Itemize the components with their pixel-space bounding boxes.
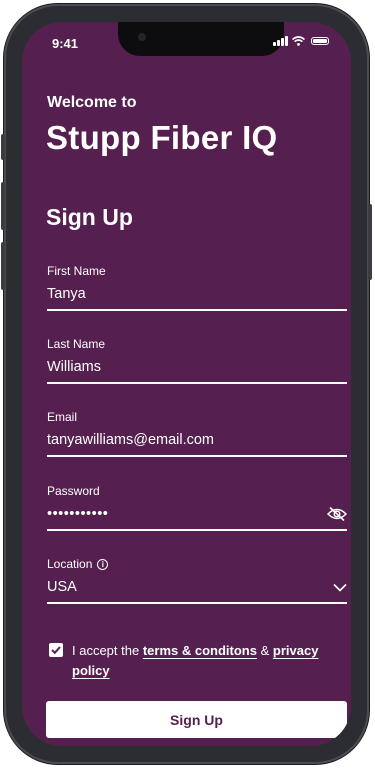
location-underline [47, 602, 347, 604]
last-name-underline [47, 382, 347, 384]
app-screen: 9:41 Welcome to Stupp Fiber IQ Sign Up F… [22, 22, 351, 746]
battery-icon [311, 37, 329, 45]
wifi-icon [292, 36, 305, 46]
first-name-field[interactable]: First Name Tanya [47, 264, 347, 311]
password-underline [47, 529, 347, 531]
email-underline [47, 455, 347, 457]
email-label: Email [47, 410, 78, 424]
last-name-input[interactable]: Williams [47, 359, 101, 375]
location-label: Location [47, 557, 93, 571]
status-time: 9:41 [52, 36, 79, 51]
last-name-label: Last Name [47, 337, 106, 351]
first-name-underline [47, 309, 347, 311]
consent-connector: & [260, 643, 270, 658]
terms-consent: I accept the terms & conditons & privacy… [49, 641, 349, 681]
volume-down-button [1, 242, 5, 290]
chevron-down-icon[interactable] [333, 583, 347, 592]
eye-slash-icon[interactable] [327, 507, 347, 521]
volume-up-button [1, 182, 5, 230]
checkmark-icon [51, 646, 61, 654]
camera-icon [138, 33, 146, 41]
info-icon[interactable]: i [97, 558, 109, 570]
terms-link[interactable]: terms & conditons [143, 643, 257, 658]
power-button [368, 204, 372, 280]
location-field[interactable]: Location i USA [47, 557, 347, 604]
terms-checkbox[interactable] [49, 643, 63, 657]
sign-up-button[interactable]: Sign Up [46, 701, 347, 738]
location-select[interactable]: USA [47, 579, 77, 595]
status-icons [273, 36, 329, 46]
location-label-row: Location i [47, 557, 347, 571]
password-field[interactable]: Password ••••••••••• [47, 484, 347, 531]
email-input[interactable]: tanyawilliams@email.com [47, 432, 214, 448]
last-name-field[interactable]: Last Name Williams [47, 337, 347, 384]
app-title: Stupp Fiber IQ [46, 119, 278, 156]
phone-frame: 9:41 Welcome to Stupp Fiber IQ Sign Up F… [1, 4, 372, 764]
consent-text: I accept the [72, 643, 140, 658]
mute-switch [1, 134, 5, 160]
signal-icon [273, 36, 288, 46]
email-field[interactable]: Email tanyawilliams@email.com [47, 410, 347, 457]
first-name-label: First Name [47, 264, 106, 278]
first-name-input[interactable]: Tanya [47, 286, 86, 302]
form-title: Sign Up [46, 204, 133, 230]
notch [118, 22, 284, 56]
password-label: Password [47, 484, 100, 498]
welcome-text: Welcome to [47, 94, 137, 111]
password-input[interactable]: ••••••••••• [47, 506, 108, 522]
